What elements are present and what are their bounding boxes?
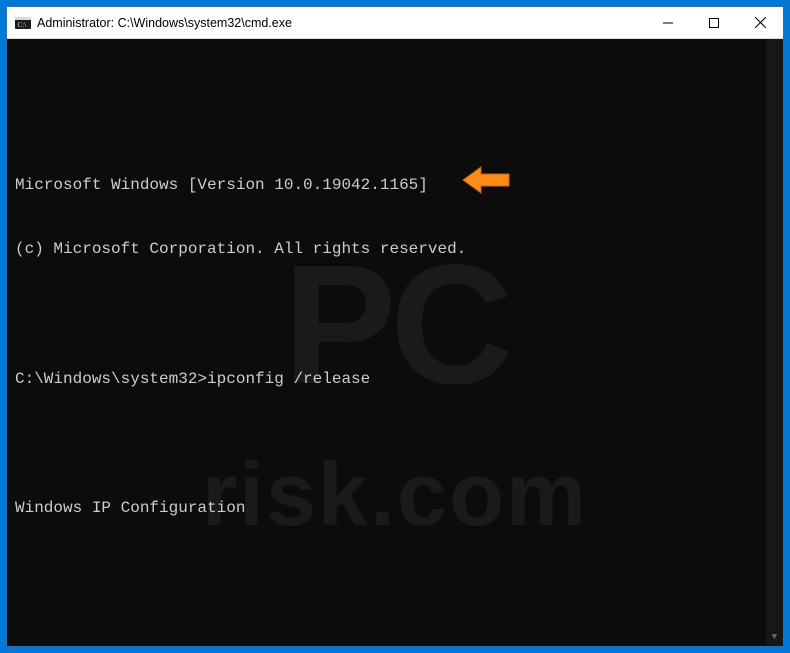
titlebar[interactable]: C:\ Administrator: C:\Windows\system32\c… (7, 7, 783, 39)
window-title: Administrator: C:\Windows\system32\cmd.e… (37, 16, 292, 30)
outer-frame: C:\ Administrator: C:\Windows\system32\c… (0, 0, 790, 653)
maximize-button[interactable] (691, 7, 737, 39)
heading-ipconfig: Windows IP Configuration (15, 498, 775, 520)
prompt-path-1: C:\Windows\system32> (15, 370, 207, 388)
cmd-window: C:\ Administrator: C:\Windows\system32\c… (6, 6, 784, 647)
prompt-line-1: C:\Windows\system32>ipconfig /release (15, 369, 775, 391)
minimize-button[interactable] (645, 7, 691, 39)
line-copyright: (c) Microsoft Corporation. All rights re… (15, 239, 775, 261)
blank-line (15, 628, 775, 646)
scroll-down-button[interactable]: ▼ (766, 629, 783, 646)
watermark: PC risk.com (7, 39, 783, 646)
cmd-icon: C:\ (15, 15, 31, 31)
close-button[interactable] (737, 7, 783, 39)
blank-line (15, 434, 775, 456)
blank-line (15, 304, 775, 326)
typed-command: ipconfig /release (207, 370, 370, 388)
scroll-track[interactable] (766, 56, 783, 629)
line-version: Microsoft Windows [Version 10.0.19042.11… (15, 175, 775, 197)
blank-line (15, 563, 775, 585)
vertical-scrollbar[interactable]: ▲ ▼ (766, 39, 783, 646)
terminal-output[interactable]: PC risk.com Microsoft Windows [Version 1… (7, 39, 783, 646)
svg-text:C:\: C:\ (18, 21, 27, 29)
